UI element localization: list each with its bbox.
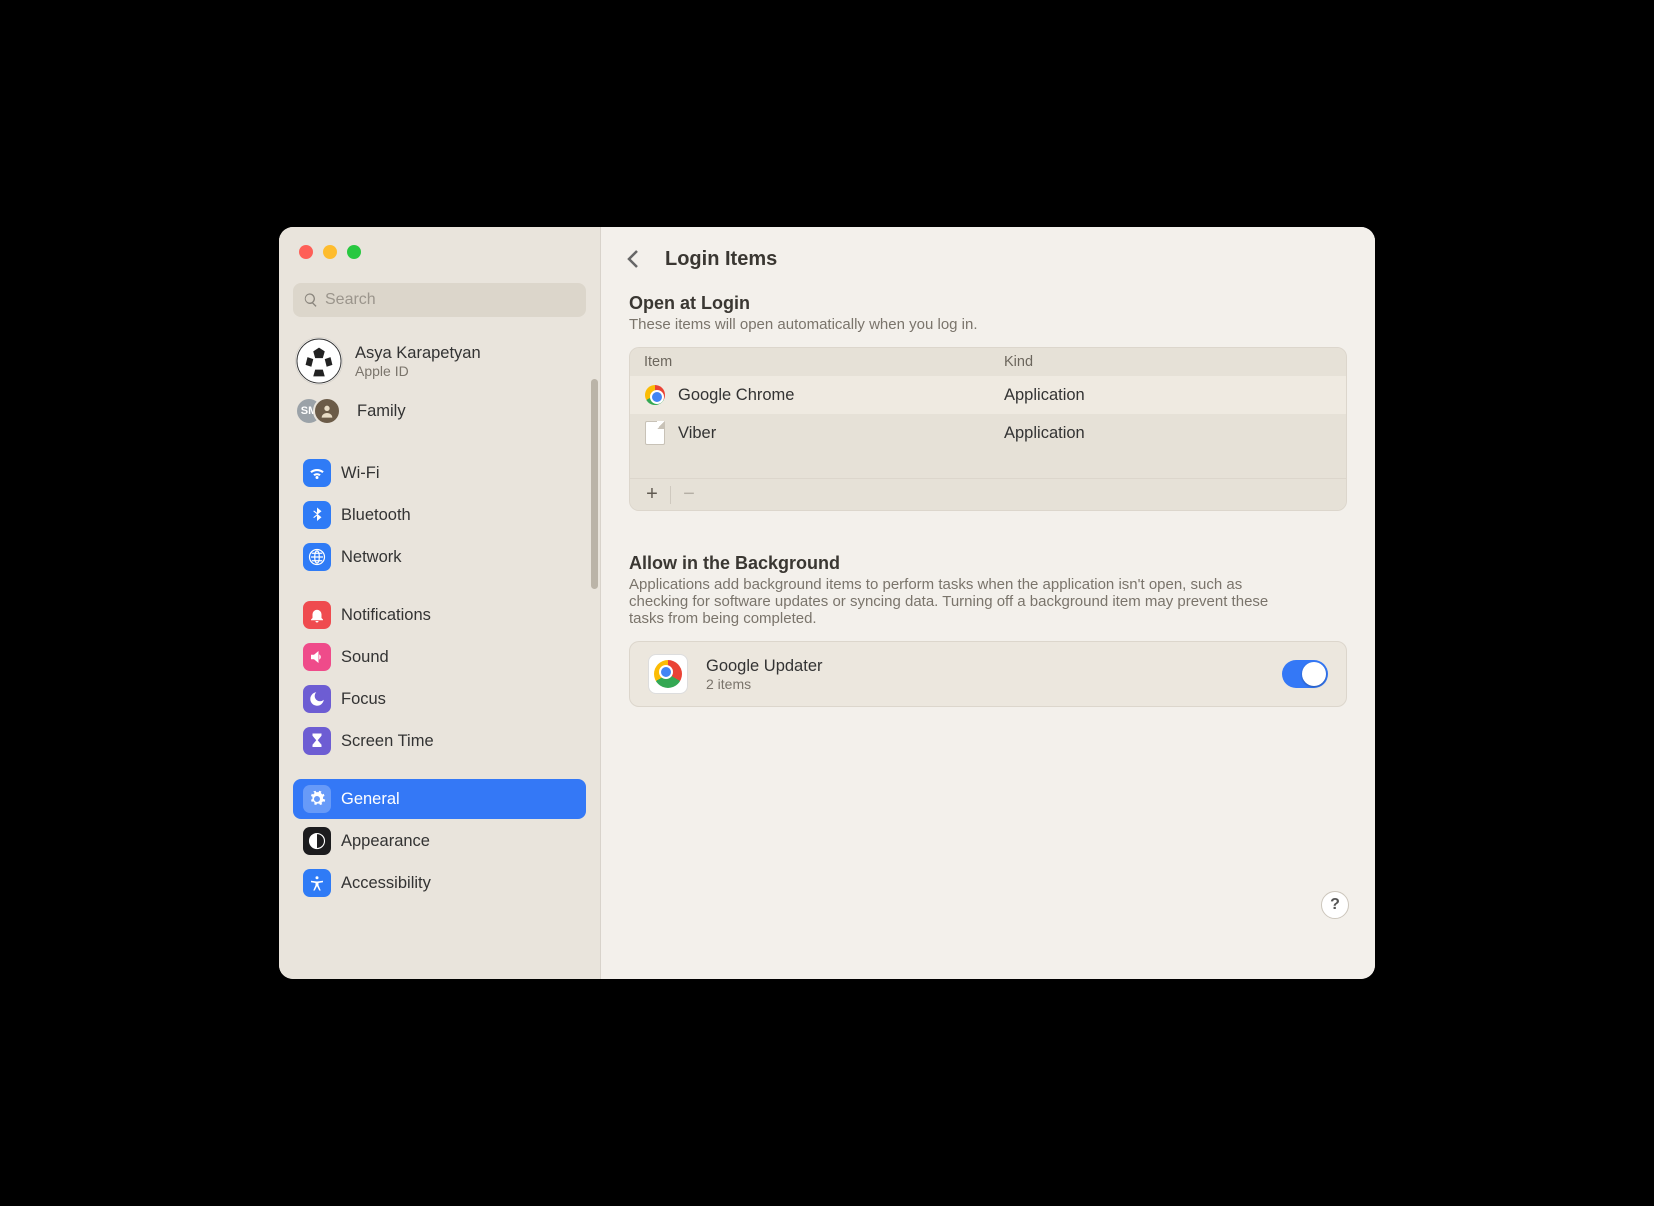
chrome-icon	[648, 654, 688, 694]
sidebar-group-alerts: Notifications Sound Focus Screen Time	[287, 595, 592, 761]
col-item[interactable]: Item	[644, 354, 1004, 370]
help-button[interactable]: ?	[1321, 891, 1349, 919]
main-panel: Login Items Open at Login These items wi…	[601, 227, 1375, 979]
family-avatar-photo	[313, 397, 341, 425]
background-item-row: Google Updater 2 items	[629, 641, 1347, 707]
open-at-login-title: Open at Login	[629, 293, 1347, 314]
fullscreen-window-button[interactable]	[347, 245, 361, 259]
account-name: Asya Karapetyan	[355, 344, 481, 363]
sidebar-item-sound[interactable]: Sound	[293, 637, 586, 677]
chevron-left-icon	[626, 249, 640, 269]
sidebar-item-network[interactable]: Network	[293, 537, 586, 577]
open-at-login-sub: These items will open automatically when…	[629, 316, 1347, 333]
moon-icon	[303, 685, 331, 713]
background-title: Allow in the Background	[629, 553, 1347, 574]
col-kind[interactable]: Kind	[1004, 354, 1332, 370]
sidebar-item-label: Focus	[341, 690, 386, 709]
bell-icon	[303, 601, 331, 629]
minimize-window-button[interactable]	[323, 245, 337, 259]
remove-login-item-button[interactable]: −	[675, 481, 703, 509]
hourglass-icon	[303, 727, 331, 755]
search-input[interactable]	[293, 283, 586, 317]
sidebar-item-label: Network	[341, 548, 402, 567]
sidebar-item-label: Appearance	[341, 832, 430, 851]
sidebar-item-focus[interactable]: Focus	[293, 679, 586, 719]
row-kind: Application	[1004, 386, 1332, 405]
bg-item-sub: 2 items	[706, 676, 823, 692]
family-row[interactable]: SM Family	[287, 389, 592, 435]
sidebar-item-screen-time[interactable]: Screen Time	[293, 721, 586, 761]
back-button[interactable]	[619, 245, 647, 273]
sidebar-item-notifications[interactable]: Notifications	[293, 595, 586, 635]
family-label: Family	[357, 402, 406, 421]
row-name: Google Chrome	[678, 386, 1004, 405]
sidebar-item-wifi[interactable]: Wi-Fi	[293, 453, 586, 493]
login-items-table: Item Kind Google Chrome Application Vibe…	[629, 347, 1347, 511]
wifi-icon	[303, 459, 331, 487]
table-header: Item Kind	[630, 348, 1346, 376]
globe-icon	[303, 543, 331, 571]
sidebar-scrollbar[interactable]	[591, 379, 598, 589]
sidebar-group-network: Wi-Fi Bluetooth Network	[287, 453, 592, 577]
avatar-soccer-icon	[296, 337, 342, 385]
table-row[interactable]: Viber Application	[630, 414, 1346, 452]
gear-icon	[303, 785, 331, 813]
chrome-icon	[644, 384, 666, 406]
search-wrap	[293, 283, 586, 317]
footer-divider	[670, 486, 671, 504]
sidebar-group-system: General Appearance Accessibility	[287, 779, 592, 903]
sidebar-item-label: Bluetooth	[341, 506, 411, 525]
table-footer: + −	[630, 478, 1346, 510]
avatar	[295, 337, 343, 385]
contrast-icon	[303, 827, 331, 855]
document-icon	[644, 422, 666, 444]
window-controls	[279, 245, 600, 259]
background-toggle[interactable]	[1282, 660, 1328, 688]
page-title: Login Items	[665, 248, 777, 271]
sidebar-item-label: Screen Time	[341, 732, 434, 751]
speaker-icon	[303, 643, 331, 671]
account-sub: Apple ID	[355, 363, 481, 379]
bluetooth-icon	[303, 501, 331, 529]
sidebar-item-appearance[interactable]: Appearance	[293, 821, 586, 861]
close-window-button[interactable]	[299, 245, 313, 259]
bg-item-name: Google Updater	[706, 657, 823, 676]
table-row[interactable]: Google Chrome Application	[630, 376, 1346, 414]
accessibility-icon	[303, 869, 331, 897]
table-rows: Google Chrome Application Viber Applicat…	[630, 376, 1346, 478]
sidebar-item-label: Notifications	[341, 606, 431, 625]
sidebar: Asya Karapetyan Apple ID SM Family Wi-Fi	[279, 227, 601, 979]
apple-id-account[interactable]: Asya Karapetyan Apple ID	[287, 329, 592, 391]
background-sub: Applications add background items to per…	[629, 576, 1289, 627]
sidebar-item-label: General	[341, 790, 400, 809]
page-body: Open at Login These items will open auto…	[601, 293, 1375, 707]
row-name: Viber	[678, 424, 1004, 443]
sidebar-item-label: Wi-Fi	[341, 464, 379, 483]
settings-window: Asya Karapetyan Apple ID SM Family Wi-Fi	[279, 227, 1375, 979]
row-kind: Application	[1004, 424, 1332, 443]
sidebar-item-general[interactable]: General	[293, 779, 586, 819]
page-header: Login Items	[601, 245, 1375, 293]
sidebar-item-label: Sound	[341, 648, 389, 667]
family-avatars: SM	[295, 397, 341, 425]
sidebar-item-accessibility[interactable]: Accessibility	[293, 863, 586, 903]
table-empty-row	[630, 452, 1346, 478]
add-login-item-button[interactable]: +	[638, 481, 666, 509]
search-icon	[303, 292, 319, 308]
sidebar-content: Asya Karapetyan Apple ID SM Family Wi-Fi	[279, 329, 600, 903]
sidebar-item-label: Accessibility	[341, 874, 431, 893]
sidebar-item-bluetooth[interactable]: Bluetooth	[293, 495, 586, 535]
